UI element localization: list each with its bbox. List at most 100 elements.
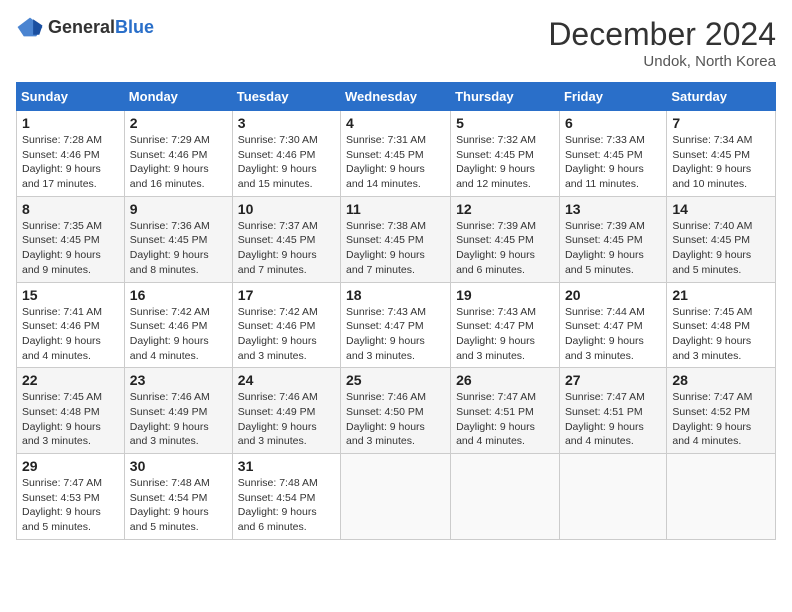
calendar-cell: 16 Sunrise: 7:42 AMSunset: 4:46 PMDayligh…: [124, 282, 232, 368]
day-info: Sunrise: 7:30 AMSunset: 4:46 PMDaylight:…: [238, 133, 335, 192]
day-number: 2: [130, 115, 227, 131]
calendar-cell: 13 Sunrise: 7:39 AMSunset: 4:45 PMDayligh…: [559, 196, 666, 282]
location-title: Undok, North Korea: [548, 53, 776, 70]
day-info: Sunrise: 7:44 AMSunset: 4:47 PMDaylight:…: [565, 305, 661, 364]
day-info: Sunrise: 7:47 AMSunset: 4:51 PMDaylight:…: [565, 390, 661, 449]
day-info: Sunrise: 7:48 AMSunset: 4:54 PMDaylight:…: [238, 476, 335, 535]
day-info: Sunrise: 7:39 AMSunset: 4:45 PMDaylight:…: [565, 219, 661, 278]
day-info: Sunrise: 7:31 AMSunset: 4:45 PMDaylight:…: [346, 133, 445, 192]
day-number: 5: [456, 115, 554, 131]
header-day-monday: Monday: [124, 83, 232, 111]
logo: GeneralBlue: [16, 16, 154, 38]
day-info: Sunrise: 7:42 AMSunset: 4:46 PMDaylight:…: [238, 305, 335, 364]
day-number: 10: [238, 201, 335, 217]
day-number: 17: [238, 287, 335, 303]
calendar-cell: 29 Sunrise: 7:47 AMSunset: 4:53 PMDayligh…: [17, 454, 125, 540]
calendar-cell: 23Sunrise: 7:46 AMSunset: 4:49 PMDayligh…: [124, 368, 232, 454]
logo-icon: [16, 16, 44, 38]
calendar-cell: 21Sunrise: 7:45 AMSunset: 4:48 PMDayligh…: [667, 282, 776, 368]
calendar-cell: 1 Sunrise: 7:28 AMSunset: 4:46 PMDaylight…: [17, 111, 125, 197]
header-day-saturday: Saturday: [667, 83, 776, 111]
day-info: Sunrise: 7:28 AMSunset: 4:46 PMDaylight:…: [22, 133, 119, 192]
day-number: 16: [130, 287, 227, 303]
calendar-cell: 14 Sunrise: 7:40 AMSunset: 4:45 PMDayligh…: [667, 196, 776, 282]
day-number: 26: [456, 372, 554, 388]
calendar-cell: 22Sunrise: 7:45 AMSunset: 4:48 PMDayligh…: [17, 368, 125, 454]
calendar-cell: 27 Sunrise: 7:47 AMSunset: 4:51 PMDayligh…: [559, 368, 666, 454]
day-info: Sunrise: 7:36 AMSunset: 4:45 PMDaylight:…: [130, 219, 227, 278]
day-number: 27: [565, 372, 661, 388]
calendar-week-2: 8Sunrise: 7:35 AMSunset: 4:45 PMDaylight…: [17, 196, 776, 282]
calendar-cell: 8Sunrise: 7:35 AMSunset: 4:45 PMDaylight…: [17, 196, 125, 282]
calendar-cell: 26 Sunrise: 7:47 AMSunset: 4:51 PMDayligh…: [451, 368, 560, 454]
calendar-cell: 17 Sunrise: 7:42 AMSunset: 4:46 PMDayligh…: [232, 282, 340, 368]
calendar-week-1: 1 Sunrise: 7:28 AMSunset: 4:46 PMDaylight…: [17, 111, 776, 197]
day-number: 19: [456, 287, 554, 303]
title-block: December 2024 Undok, North Korea: [548, 16, 776, 70]
calendar-cell: 4 Sunrise: 7:31 AMSunset: 4:45 PMDaylight…: [341, 111, 451, 197]
header-day-friday: Friday: [559, 83, 666, 111]
day-number: 30: [130, 458, 227, 474]
day-info: Sunrise: 7:43 AMSunset: 4:47 PMDaylight:…: [346, 305, 445, 364]
calendar-cell: 15 Sunrise: 7:41 AMSunset: 4:46 PMDayligh…: [17, 282, 125, 368]
day-info: Sunrise: 7:46 AMSunset: 4:49 PMDaylight:…: [130, 390, 227, 449]
day-info: Sunrise: 7:29 AMSunset: 4:46 PMDaylight:…: [130, 133, 227, 192]
day-number: 28: [672, 372, 770, 388]
calendar-cell: 25 Sunrise: 7:46 AMSunset: 4:50 PMDayligh…: [341, 368, 451, 454]
day-info: Sunrise: 7:40 AMSunset: 4:45 PMDaylight:…: [672, 219, 770, 278]
calendar-header: SundayMondayTuesdayWednesdayThursdayFrid…: [17, 83, 776, 111]
calendar-body: 1 Sunrise: 7:28 AMSunset: 4:46 PMDaylight…: [17, 111, 776, 540]
calendar-cell: 6 Sunrise: 7:33 AMSunset: 4:45 PMDaylight…: [559, 111, 666, 197]
calendar-cell: 20 Sunrise: 7:44 AMSunset: 4:47 PMDayligh…: [559, 282, 666, 368]
calendar-cell: 3Sunrise: 7:30 AMSunset: 4:46 PMDaylight…: [232, 111, 340, 197]
calendar-cell: 18 Sunrise: 7:43 AMSunset: 4:47 PMDayligh…: [341, 282, 451, 368]
day-number: 14: [672, 201, 770, 217]
calendar-cell: 31 Sunrise: 7:48 AMSunset: 4:54 PMDayligh…: [232, 454, 340, 540]
day-info: Sunrise: 7:48 AMSunset: 4:54 PMDaylight:…: [130, 476, 227, 535]
day-info: Sunrise: 7:34 AMSunset: 4:45 PMDaylight:…: [672, 133, 770, 192]
calendar-cell: 10 Sunrise: 7:37 AMSunset: 4:45 PMDayligh…: [232, 196, 340, 282]
header-day-sunday: Sunday: [17, 83, 125, 111]
day-info: Sunrise: 7:37 AMSunset: 4:45 PMDaylight:…: [238, 219, 335, 278]
calendar-cell: 9 Sunrise: 7:36 AMSunset: 4:45 PMDaylight…: [124, 196, 232, 282]
day-info: Sunrise: 7:47 AMSunset: 4:52 PMDaylight:…: [672, 390, 770, 449]
day-number: 15: [22, 287, 119, 303]
day-info: Sunrise: 7:47 AMSunset: 4:53 PMDaylight:…: [22, 476, 119, 535]
calendar-cell: 24Sunrise: 7:46 AMSunset: 4:49 PMDayligh…: [232, 368, 340, 454]
calendar-cell: 12Sunrise: 7:39 AMSunset: 4:45 PMDayligh…: [451, 196, 560, 282]
day-info: Sunrise: 7:42 AMSunset: 4:46 PMDaylight:…: [130, 305, 227, 364]
day-number: 18: [346, 287, 445, 303]
logo-blue-text: Blue: [115, 17, 154, 37]
calendar-table: SundayMondayTuesdayWednesdayThursdayFrid…: [16, 82, 776, 540]
day-number: 9: [130, 201, 227, 217]
header-day-wednesday: Wednesday: [341, 83, 451, 111]
day-number: 7: [672, 115, 770, 131]
calendar-cell: 28 Sunrise: 7:47 AMSunset: 4:52 PMDayligh…: [667, 368, 776, 454]
day-info: Sunrise: 7:33 AMSunset: 4:45 PMDaylight:…: [565, 133, 661, 192]
day-number: 31: [238, 458, 335, 474]
day-info: Sunrise: 7:47 AMSunset: 4:51 PMDaylight:…: [456, 390, 554, 449]
calendar-week-3: 15 Sunrise: 7:41 AMSunset: 4:46 PMDayligh…: [17, 282, 776, 368]
calendar-cell: 5 Sunrise: 7:32 AMSunset: 4:45 PMDaylight…: [451, 111, 560, 197]
day-number: 1: [22, 115, 119, 131]
calendar-cell: 2 Sunrise: 7:29 AMSunset: 4:46 PMDaylight…: [124, 111, 232, 197]
day-number: 22: [22, 372, 119, 388]
calendar-cell: 7 Sunrise: 7:34 AMSunset: 4:45 PMDaylight…: [667, 111, 776, 197]
day-number: 25: [346, 372, 445, 388]
day-info: Sunrise: 7:46 AMSunset: 4:50 PMDaylight:…: [346, 390, 445, 449]
day-number: 6: [565, 115, 661, 131]
calendar-week-5: 29 Sunrise: 7:47 AMSunset: 4:53 PMDayligh…: [17, 454, 776, 540]
calendar-cell: 19Sunrise: 7:43 AMSunset: 4:47 PMDayligh…: [451, 282, 560, 368]
calendar-cell: [341, 454, 451, 540]
day-info: Sunrise: 7:46 AMSunset: 4:49 PMDaylight:…: [238, 390, 335, 449]
calendar-week-4: 22Sunrise: 7:45 AMSunset: 4:48 PMDayligh…: [17, 368, 776, 454]
day-info: Sunrise: 7:38 AMSunset: 4:45 PMDaylight:…: [346, 219, 445, 278]
header-row: SundayMondayTuesdayWednesdayThursdayFrid…: [17, 83, 776, 111]
day-info: Sunrise: 7:32 AMSunset: 4:45 PMDaylight:…: [456, 133, 554, 192]
day-number: 13: [565, 201, 661, 217]
day-number: 29: [22, 458, 119, 474]
day-number: 20: [565, 287, 661, 303]
day-number: 4: [346, 115, 445, 131]
day-info: Sunrise: 7:41 AMSunset: 4:46 PMDaylight:…: [22, 305, 119, 364]
calendar-cell: [667, 454, 776, 540]
